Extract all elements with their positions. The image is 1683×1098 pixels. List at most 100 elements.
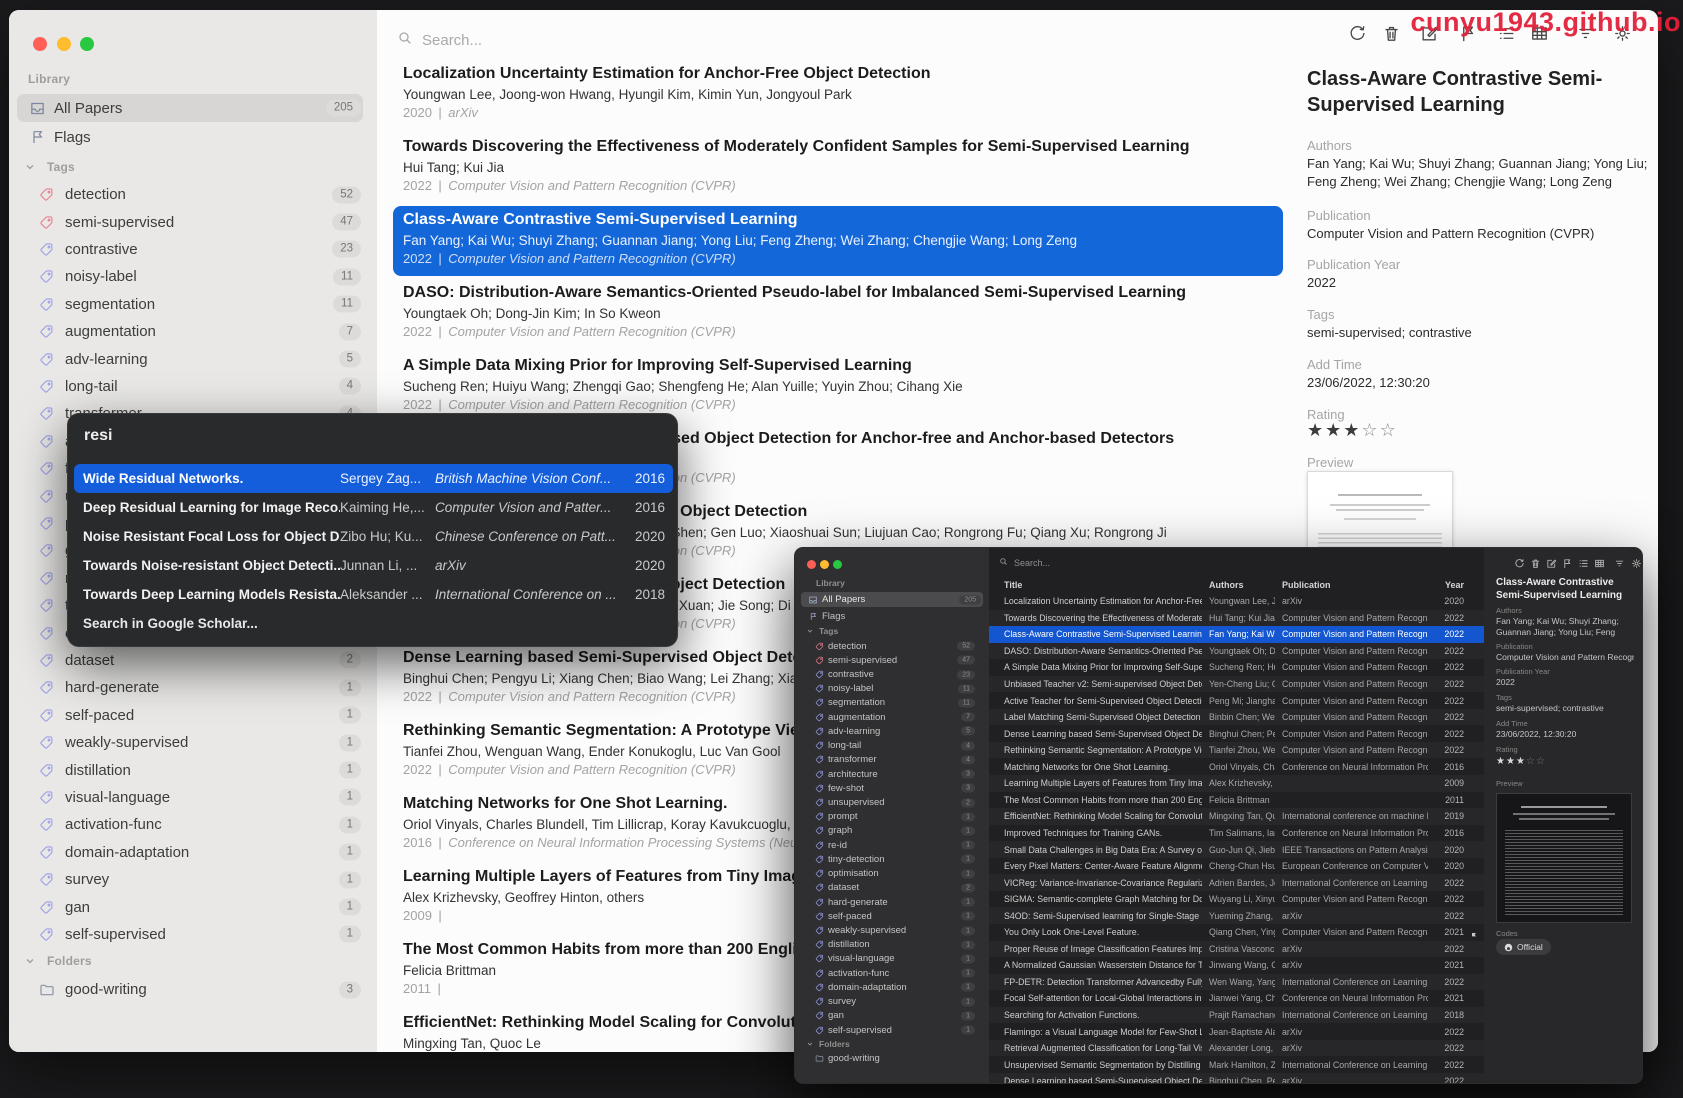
minimize-window-button[interactable]: [57, 37, 71, 51]
sidebar-tag-self-supervised[interactable]: self-supervised1: [9, 921, 377, 948]
paper-row[interactable]: Class-Aware Contrastive Semi-Supervised …: [393, 206, 1283, 276]
table-row[interactable]: Proper Reuse of Image Classification Fea…: [989, 941, 1484, 958]
sidebar-tag-segmentation[interactable]: segmentation11: [9, 291, 377, 318]
column-header-year[interactable]: Year: [1426, 580, 1464, 590]
sidebar-tag-augmentation[interactable]: augmentation7: [795, 710, 989, 724]
flag-icon[interactable]: [1562, 556, 1573, 574]
sidebar-tag-activation-func[interactable]: activation-func1: [9, 811, 377, 838]
sidebar-tag-long-tail[interactable]: long-tail4: [795, 739, 989, 753]
search-result-row[interactable]: Towards Noise-resistant Object Detecti..…: [74, 551, 673, 580]
sidebar-tag-dataset[interactable]: dataset2: [795, 881, 989, 895]
tags-section-header[interactable]: Tags: [795, 624, 989, 637]
rating-stars[interactable]: ★★★☆☆: [1307, 420, 1398, 441]
sidebar-tag-visual-language[interactable]: visual-language1: [795, 952, 989, 966]
folders-section-header[interactable]: Folders: [795, 1037, 989, 1050]
table-row[interactable]: Class-Aware Contrastive Semi-Supervised …: [989, 626, 1484, 643]
table-row[interactable]: Unbiased Teacher v2: Semi-supervised Obj…: [989, 676, 1484, 693]
star-empty[interactable]: ☆: [1526, 756, 1536, 767]
table-row[interactable]: EfficientNet: Rethinking Model Scaling f…: [989, 808, 1484, 825]
star-filled[interactable]: ★: [1343, 420, 1361, 440]
sidebar-tag-distillation[interactable]: distillation1: [9, 756, 377, 783]
sidebar-tag-architecture[interactable]: architecture3: [795, 767, 989, 781]
table-row[interactable]: FP-DETR: Detection Transformer Advancedb…: [989, 974, 1484, 991]
sidebar-tag-semi-supervised[interactable]: semi-supervised47: [795, 653, 989, 667]
sidebar-item-flags[interactable]: Flags: [9, 124, 377, 150]
sidebar-tag-weakly-supervised[interactable]: weakly-supervised1: [9, 729, 377, 756]
list-view-icon[interactable]: [1578, 556, 1589, 574]
star-empty[interactable]: ☆: [1380, 420, 1398, 440]
star-filled[interactable]: ★: [1325, 420, 1343, 440]
zoom-window-button[interactable]: [80, 37, 94, 51]
sidebar-tag-few-shot[interactable]: few-shot3: [795, 781, 989, 795]
sidebar-folder-good-writing[interactable]: good-writing: [795, 1051, 989, 1065]
close-window-button[interactable]: [33, 37, 47, 51]
quick-search-input[interactable]: resi: [84, 427, 112, 445]
sidebar-tag-self-supervised[interactable]: self-supervised1: [795, 1023, 989, 1037]
search-google-scholar[interactable]: Search in Google Scholar...: [74, 609, 673, 638]
column-header-authors[interactable]: Authors: [1209, 580, 1244, 590]
table-row[interactable]: Label Matching Semi-Supervised Object De…: [989, 709, 1484, 726]
sidebar-tag-distillation[interactable]: distillation1: [795, 938, 989, 952]
table-row[interactable]: Rethinking Semantic Segmentation: A Prot…: [989, 742, 1484, 759]
star-empty[interactable]: ☆: [1361, 420, 1379, 440]
sidebar-tag-noisy-label[interactable]: noisy-label11: [9, 263, 377, 290]
table-row[interactable]: Learning Multiple Layers of Features fro…: [989, 775, 1484, 792]
sidebar-tag-weakly-supervised[interactable]: weakly-supervised1: [795, 923, 989, 937]
table-row[interactable]: A Normalized Gaussian Wasserstein Distan…: [989, 957, 1484, 974]
codes-official-button[interactable]: Official: [1496, 939, 1551, 955]
sidebar-tag-contrastive[interactable]: contrastive23: [795, 667, 989, 681]
star-filled[interactable]: ★: [1506, 756, 1516, 767]
table-row[interactable]: DASO: Distribution-Aware Semantics-Orien…: [989, 643, 1484, 660]
sidebar-tag-dataset[interactable]: dataset2: [9, 647, 377, 674]
sidebar-tag-gan[interactable]: gan1: [795, 1009, 989, 1023]
sidebar-tag-tiny-detection[interactable]: tiny-detection1: [795, 852, 989, 866]
column-header-title[interactable]: Title: [1004, 580, 1022, 590]
sidebar-item-all-papers[interactable]: All Papers 205: [9, 94, 377, 122]
paper-row[interactable]: Localization Uncertainty Estimation for …: [393, 60, 1283, 130]
table-row[interactable]: Active Teacher for Semi-Supervised Objec…: [989, 692, 1484, 709]
table-row[interactable]: Towards Discovering the Effectiveness of…: [989, 610, 1484, 627]
filter-icon[interactable]: [1614, 556, 1625, 574]
sidebar-tag-transformer[interactable]: transformer4: [795, 753, 989, 767]
table-row[interactable]: Localization Uncertainty Estimation for …: [989, 593, 1484, 610]
sidebar-folder-good-writing[interactable]: good-writing 3: [9, 976, 377, 1003]
sidebar-tag-self-paced[interactable]: self-paced1: [795, 909, 989, 923]
search-result-row[interactable]: Noise Resistant Focal Loss for Object D.…: [74, 522, 673, 551]
sidebar-tag-prompt[interactable]: prompt1: [795, 810, 989, 824]
table-row[interactable]: You Only Look One-Level Feature.Qiang Ch…: [989, 924, 1484, 941]
star-filled[interactable]: ★: [1496, 756, 1506, 767]
table-row[interactable]: S4OD: Semi-Supervised learning for Singl…: [989, 907, 1484, 924]
sidebar-tag-segmentation[interactable]: segmentation11: [795, 696, 989, 710]
sidebar-tag-adv-learning[interactable]: adv-learning5: [795, 724, 989, 738]
search-input[interactable]: Search...: [999, 557, 1050, 568]
sidebar-tag-domain-adaptation[interactable]: domain-adaptation1: [795, 980, 989, 994]
close-window-button[interactable]: [807, 560, 816, 569]
sidebar-tag-visual-language[interactable]: visual-language1: [9, 784, 377, 811]
sidebar-tag-hard-generate[interactable]: hard-generate1: [9, 674, 377, 701]
search-result-row[interactable]: Towards Deep Learning Models Resista...A…: [74, 580, 673, 609]
edit-icon[interactable]: [1546, 556, 1557, 574]
table-row[interactable]: A Simple Data Mixing Prior for Improving…: [989, 659, 1484, 676]
table-row[interactable]: Flamingo: a Visual Language Model for Fe…: [989, 1023, 1484, 1040]
paper-row[interactable]: A Simple Data Mixing Prior for Improving…: [393, 352, 1283, 422]
table-row[interactable]: Matching Networks for One Shot Learning.…: [989, 759, 1484, 776]
table-row[interactable]: Retrieval Augmented Classification for L…: [989, 1040, 1484, 1057]
table-row[interactable]: VICReg: Variance-Invariance-Covariance R…: [989, 874, 1484, 891]
sidebar-tag-augmentation[interactable]: augmentation7: [9, 318, 377, 345]
search-result-row[interactable]: Wide Residual Networks.Sergey Zag...Brit…: [74, 464, 673, 493]
sidebar-tag-noisy-label[interactable]: noisy-label11: [795, 682, 989, 696]
table-row[interactable]: SIGMA: Semantic-complete Graph Matching …: [989, 891, 1484, 908]
sidebar-tag-activation-func[interactable]: activation-func1: [795, 966, 989, 980]
star-filled[interactable]: ★: [1307, 420, 1325, 440]
table-row[interactable]: Focal Self-attention for Local-Global In…: [989, 990, 1484, 1007]
trash-icon[interactable]: [1382, 24, 1401, 48]
table-row[interactable]: Dense Learning based Semi-Supervised Obj…: [989, 725, 1484, 742]
sidebar-tag-graph[interactable]: graph1: [795, 824, 989, 838]
table-row[interactable]: Every Pixel Matters: Center-Aware Featur…: [989, 858, 1484, 875]
star-filled[interactable]: ★: [1516, 756, 1526, 767]
paper-row[interactable]: Towards Discovering the Effectiveness of…: [393, 133, 1283, 203]
column-header-publication[interactable]: Publication: [1282, 580, 1331, 590]
sidebar-tag-survey[interactable]: survey1: [9, 866, 377, 893]
table-row[interactable]: Dense Learning based Semi-Supervised Obj…: [989, 1073, 1484, 1084]
sidebar-item-flags[interactable]: Flags: [795, 609, 989, 623]
